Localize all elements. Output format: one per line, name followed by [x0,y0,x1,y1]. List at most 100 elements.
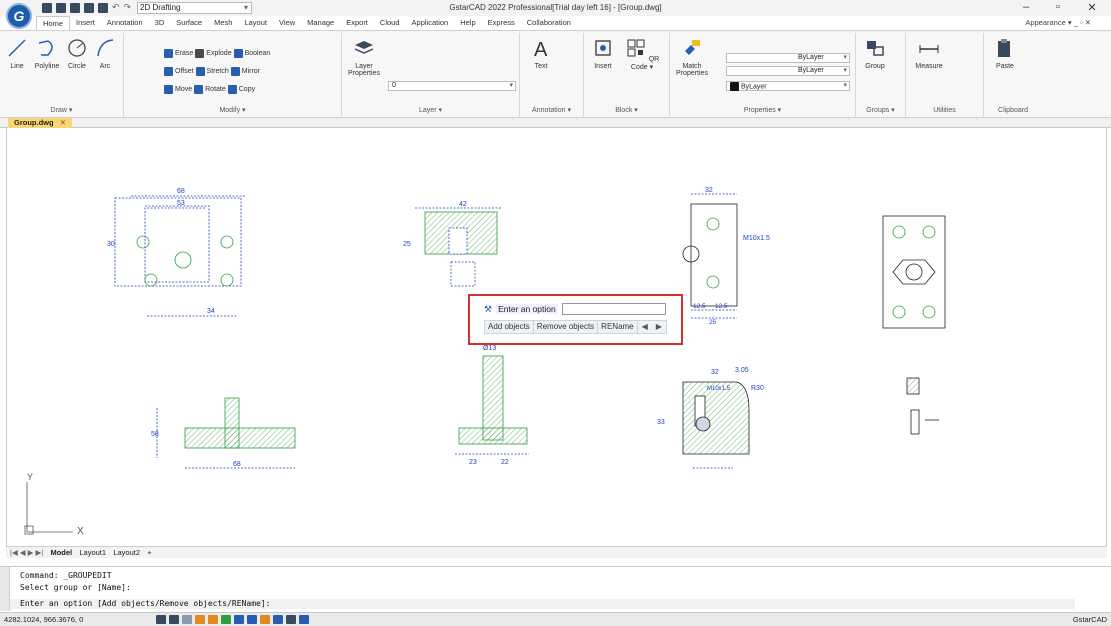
tab-help[interactable]: Help [454,16,481,30]
chevron-right-icon[interactable]: ▶ [652,321,666,333]
boolean-button[interactable]: Boolean [245,50,271,57]
groups-panel-label: Groups ▾ [866,107,895,114]
drawing-small-detail[interactable] [906,377,939,435]
option-add-objects[interactable]: Add objects [485,321,534,333]
copy-button[interactable]: Copy [239,86,255,93]
polar-toggle-icon[interactable] [195,615,205,624]
drawing-stepped-shaft[interactable] [455,355,529,455]
drawing-threaded-bracket[interactable] [682,193,738,319]
dim-32: 32 [705,187,713,194]
tab-collaboration[interactable]: Collaboration [521,16,577,30]
restore-button[interactable]: ▫ [1046,1,1070,13]
option-rename[interactable]: REName [598,321,638,333]
close-button[interactable]: ✕ [1080,1,1104,14]
drawing-plate-top[interactable] [114,195,245,317]
appearance-menu[interactable]: Appearance ▾ _ ▫ ✕ [1025,18,1091,27]
layer-panel-label: Layer ▾ [419,107,442,114]
annotation-panel: A Text Annotation ▾ [520,33,584,117]
layer-properties-button[interactable]: Layer Properties [344,37,384,77]
snap-toggle-icon[interactable] [169,615,179,624]
tab-express[interactable]: Express [482,16,521,30]
app-menu-button[interactable]: G [6,3,32,29]
drawing-nut-plate[interactable] [882,215,946,329]
tab-manage[interactable]: Manage [301,16,340,30]
annotation-scale-icon[interactable] [286,615,296,624]
paste-button[interactable]: Paste [990,37,1020,70]
tab-mesh[interactable]: Mesh [208,16,238,30]
linetype-dropdown[interactable]: ByLayer ▾ [726,66,850,76]
explode-icon [195,49,205,58]
dim-d7-33: 33 [657,419,665,426]
block-panel-label: Block ▾ [615,107,638,114]
lineweight-dropdown[interactable]: ByLayer ▾ [726,81,850,91]
group-button[interactable]: Group [860,37,890,70]
dim-d6-22: 22 [501,459,509,466]
workspace-switch-icon[interactable] [299,615,309,624]
command-line-handle[interactable] [0,567,10,611]
color-value: ByLayer [798,54,824,61]
option-remove-objects[interactable]: Remove objects [534,321,599,333]
tab-cloud[interactable]: Cloud [374,16,406,30]
close-icon[interactable]: ✕ [60,118,66,127]
dim-12-5-a: 12.5 [693,303,706,310]
properties-panel: Match Properties ByLayer ▾ ByLayer ▾ ByLay… [670,33,856,117]
add-layout-button[interactable]: + [147,548,151,557]
tab-home[interactable]: Home [36,16,71,30]
tab-export[interactable]: Export [340,16,374,30]
tab-layout2[interactable]: Layout2 [113,548,140,557]
drawing-hatched-block[interactable] [415,207,501,287]
layer-dropdown[interactable]: 0 ▾ [388,81,516,91]
group-icon [867,41,884,56]
command-input[interactable]: Enter an option [Add objects/Remove obje… [10,599,1075,609]
color-dropdown[interactable]: ByLayer ▾ [726,53,850,63]
grid-toggle-icon[interactable] [156,615,166,624]
tab-view[interactable]: View [273,16,301,30]
selection-cycle-icon[interactable] [273,615,283,624]
insert-button[interactable]: Insert [588,37,618,70]
otrack-toggle-icon[interactable] [221,615,231,624]
line-button[interactable]: Line [2,37,32,70]
circle-button[interactable]: Circle [62,37,92,70]
layout-nav-arrows[interactable]: |◀ ◀ ▶ ▶| [10,548,43,557]
tab-layout1[interactable]: Layout1 [79,548,106,557]
offset-button[interactable]: Offset [175,68,194,75]
tab-application[interactable]: Application [406,16,455,30]
chevron-left-icon[interactable]: ◀ [638,321,652,333]
qr-code-button[interactable]: QR Code ▾ [624,37,660,71]
stretch-button[interactable]: Stretch [207,68,229,75]
drawing-t-section[interactable] [156,397,296,469]
command-prompt-row: ⚒ Enter an option [484,303,666,315]
move-button[interactable]: Move [175,86,192,93]
dim-68: 68 [177,188,185,195]
dyn-toggle-icon[interactable] [234,615,244,624]
document-tab-group-dwg[interactable]: Group.dwg ✕ [8,118,72,128]
lineweight-toggle-icon[interactable] [247,615,257,624]
rotate-button[interactable]: Rotate [205,86,226,93]
explode-button[interactable]: Explode [206,50,231,57]
group-label: Group [865,63,885,70]
drawing-threaded-housing[interactable] [682,381,750,469]
copy-icon [227,85,237,94]
tab-insert[interactable]: Insert [70,16,101,30]
tab-model[interactable]: Model [50,548,72,557]
command-option-input[interactable] [561,303,666,315]
osnap-toggle-icon[interactable] [208,615,218,624]
ortho-toggle-icon[interactable] [182,615,192,624]
erase-button[interactable]: Erase [175,50,193,57]
mirror-button[interactable]: Mirror [242,68,260,75]
tab-annotation[interactable]: Annotation [101,16,149,30]
dim-42: 42 [459,201,467,208]
minimize-button[interactable]: – [1014,1,1038,13]
polyline-button[interactable]: Polyline [32,37,62,70]
status-bar: 4282.1024, 966.3676, 0 GstarCAD [0,612,1111,626]
modify-row-2: Offset Stretch Mirror [164,67,260,76]
measure-button[interactable]: Measure [912,37,946,70]
tab-3d[interactable]: 3D [149,16,171,30]
match-properties-button[interactable]: Match Properties [672,37,712,77]
tab-surface[interactable]: Surface [170,16,208,30]
tab-layout[interactable]: Layout [238,16,273,30]
command-option-popup: ⚒ Enter an option Add objects Remove obj… [468,294,683,345]
text-button[interactable]: A Text [526,37,556,70]
transparency-toggle-icon[interactable] [260,615,270,624]
arc-button[interactable]: Arc [92,37,118,70]
